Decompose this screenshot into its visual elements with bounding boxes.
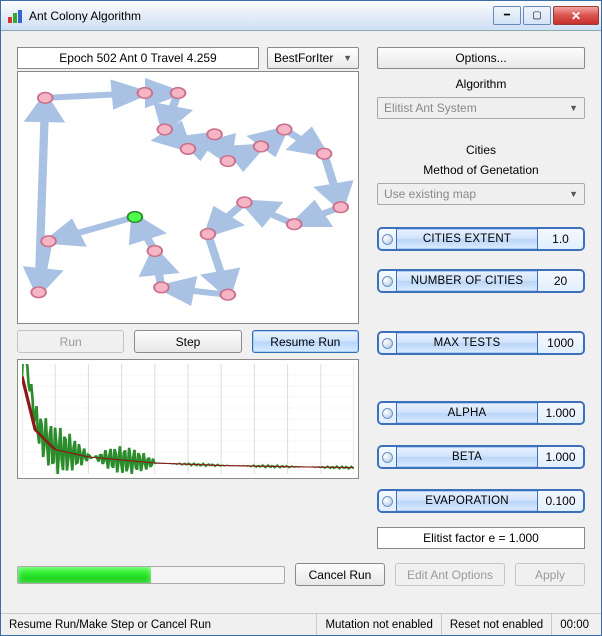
evaporation-label: EVAPORATION — [397, 495, 537, 507]
chevron-down-icon: ▼ — [569, 189, 578, 199]
progress-bar — [17, 566, 285, 584]
max-tests-label: MAX TESTS — [397, 337, 537, 349]
step-button[interactable]: Step — [134, 330, 241, 353]
cities-extent-value: 1.0 — [537, 229, 583, 249]
evaporation-param[interactable]: EVAPORATION 0.100 — [377, 489, 585, 513]
run-button: Run — [17, 330, 124, 353]
titlebar[interactable]: Ant Colony Algorithm ━ ▢ ✕ — [1, 1, 601, 31]
resume-run-button[interactable]: Resume Run — [252, 330, 359, 353]
cities-extent-label: CITIES EXTENT — [397, 233, 537, 245]
chevron-down-icon: ▼ — [343, 53, 352, 63]
algorithm-group-label: Algorithm — [377, 77, 585, 91]
app-window: Ant Colony Algorithm ━ ▢ ✕ Epoch 502 Ant… — [0, 0, 602, 636]
options-button[interactable]: Options... — [377, 47, 585, 69]
slider-knob-icon[interactable] — [379, 333, 397, 353]
slider-knob-icon[interactable] — [379, 403, 397, 423]
cancel-run-button[interactable]: Cancel Run — [295, 563, 385, 586]
num-cities-label: NUMBER OF CITIES — [397, 275, 537, 287]
slider-knob-icon[interactable] — [379, 271, 397, 291]
slider-knob-icon[interactable] — [379, 491, 397, 511]
chevron-down-icon: ▼ — [569, 103, 578, 113]
alpha-value: 1.000 — [537, 403, 583, 423]
epoch-status-field: Epoch 502 Ant 0 Travel 4.259 — [17, 47, 259, 69]
apply-button: Apply — [515, 563, 585, 586]
app-icon — [7, 8, 23, 24]
status-mutation: Mutation not enabled — [317, 614, 441, 635]
alpha-param[interactable]: ALPHA 1.000 — [377, 401, 585, 425]
algorithm-combo[interactable]: Elitist Ant System ▼ — [377, 97, 585, 119]
window-buttons: ━ ▢ ✕ — [493, 6, 599, 25]
window-title: Ant Colony Algorithm — [29, 9, 493, 23]
status-hint: Resume Run/Make Step or Cancel Run — [1, 614, 317, 635]
num-cities-param[interactable]: NUMBER OF CITIES 20 — [377, 269, 585, 293]
view-mode-combo[interactable]: BestForIter ▼ — [267, 47, 359, 69]
evaporation-value: 0.100 — [537, 491, 583, 511]
convergence-chart — [17, 359, 359, 479]
gen-method-combo[interactable]: Use existing map ▼ — [377, 183, 585, 205]
status-reset: Reset not enabled — [442, 614, 552, 635]
num-cities-value: 20 — [537, 271, 583, 291]
slider-knob-icon[interactable] — [379, 447, 397, 467]
maximize-button[interactable]: ▢ — [523, 6, 551, 25]
beta-label: BETA — [397, 451, 537, 463]
beta-value: 1.000 — [537, 447, 583, 467]
cities-group-label: Cities — [377, 143, 585, 157]
beta-param[interactable]: BETA 1.000 — [377, 445, 585, 469]
alpha-label: ALPHA — [397, 407, 537, 419]
algorithm-selected: Elitist Ant System — [384, 101, 477, 115]
statusbar: Resume Run/Make Step or Cancel Run Mutat… — [1, 613, 601, 635]
route-canvas — [17, 71, 359, 324]
client-area: Epoch 502 Ant 0 Travel 4.259 BestForIter… — [1, 31, 601, 613]
gen-method-label: Method of Genetation — [377, 163, 585, 177]
close-button[interactable]: ✕ — [553, 6, 599, 25]
max-tests-value: 1000 — [537, 333, 583, 353]
minimize-button[interactable]: ━ — [493, 6, 521, 25]
view-mode-selected: BestForIter — [274, 51, 333, 65]
cities-extent-param[interactable]: CITIES EXTENT 1.0 — [377, 227, 585, 251]
elitist-info: Elitist factor e = 1.000 — [377, 527, 585, 549]
slider-knob-icon[interactable] — [379, 229, 397, 249]
status-time: 00:00 — [552, 614, 601, 635]
gen-method-selected: Use existing map — [384, 187, 476, 201]
max-tests-param[interactable]: MAX TESTS 1000 — [377, 331, 585, 355]
edit-ant-options-button: Edit Ant Options — [395, 563, 505, 586]
